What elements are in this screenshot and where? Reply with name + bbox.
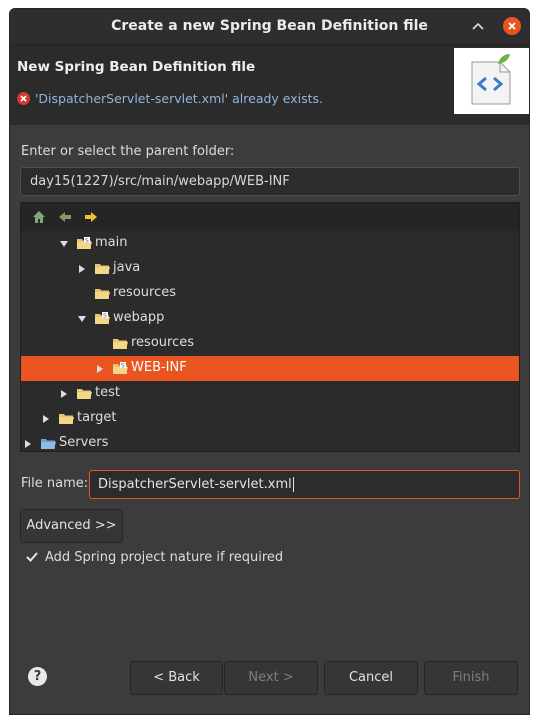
tree-row[interactable]: java (21, 256, 519, 281)
error-icon (17, 92, 30, 105)
parent-folder-input[interactable]: day15(1227)/src/main/webapp/WEB-INF (20, 167, 520, 196)
tree-row-label: java (113, 260, 141, 275)
spring-nature-label: Add Spring project nature if required (45, 550, 284, 565)
expand-arrow-icon[interactable] (79, 265, 85, 273)
folder-icon: S (113, 362, 128, 374)
tree-row-label: resources (113, 285, 177, 300)
help-icon[interactable]: ? (28, 667, 47, 686)
folder-icon: S (77, 237, 92, 249)
spring-xml-icon (454, 48, 529, 114)
window-title: Create a new Spring Bean Definition file (111, 18, 428, 34)
advanced-button[interactable]: Advanced >> (20, 509, 123, 543)
tree-rows: Smain java resources Swebapp resources S WEB-I… (21, 231, 519, 451)
tree-row-label: webapp (113, 310, 165, 325)
tree-row[interactable]: test (21, 381, 519, 406)
tree-row-label: main (95, 235, 128, 250)
folder-tree[interactable]: Smain java resources Swebapp resources S WEB-I… (20, 202, 520, 452)
error-message: 'DispatcherServlet-servlet.xml' already … (35, 91, 324, 106)
collapse-arrow-icon[interactable] (78, 316, 86, 322)
wizard-header: New Spring Bean Definition file 'Dispatc… (10, 45, 529, 125)
text-caret (292, 477, 294, 492)
forward-arrow-icon[interactable] (83, 209, 99, 225)
wizard-title: New Spring Bean Definition file (17, 59, 256, 75)
svg-text:S: S (85, 238, 89, 245)
folder-icon (95, 262, 110, 274)
folder-icon (95, 287, 110, 299)
finish-button[interactable]: Finish (424, 661, 518, 695)
next-button[interactable]: Next > (224, 661, 318, 695)
folder-icon (41, 437, 56, 449)
title-bar[interactable]: Create a new Spring Bean Definition file (10, 9, 529, 45)
checkmark-icon[interactable] (25, 550, 39, 564)
tree-row-label: WEB-INF (131, 360, 187, 375)
expand-arrow-icon[interactable] (43, 415, 49, 423)
tree-row[interactable]: target (21, 406, 519, 431)
expand-arrow-icon[interactable] (25, 440, 31, 448)
tree-row[interactable]: S WEB-INF (21, 356, 519, 381)
parent-folder-label: Enter or select the parent folder: (21, 144, 235, 159)
home-icon[interactable] (31, 209, 47, 225)
back-arrow-icon[interactable] (57, 209, 73, 225)
expand-arrow-icon[interactable] (97, 365, 103, 373)
svg-text:S: S (103, 313, 107, 320)
cancel-button[interactable]: Cancel (324, 661, 418, 695)
dialog-window: Create a new Spring Bean Definition file… (9, 8, 530, 715)
tree-row-label: test (95, 385, 120, 400)
tree-row[interactable]: Swebapp (21, 306, 519, 331)
folder-icon (59, 412, 74, 424)
collapse-arrow-icon[interactable] (60, 241, 68, 247)
tree-row-label: resources (131, 335, 195, 350)
back-button[interactable]: < Back (130, 661, 223, 695)
folder-icon (113, 337, 128, 349)
folder-icon: S (95, 312, 110, 324)
expand-arrow-icon[interactable] (61, 390, 67, 398)
close-icon[interactable] (503, 17, 521, 35)
svg-text:S: S (121, 363, 125, 370)
tree-row[interactable]: Servers (21, 431, 519, 451)
tree-row[interactable]: resources (21, 281, 519, 306)
file-name-input[interactable]: DispatcherServlet-servlet.xml (89, 470, 520, 499)
file-name-label: File name: (21, 476, 89, 491)
minimize-icon[interactable] (470, 18, 486, 34)
tree-toolbar (21, 203, 519, 231)
folder-icon (77, 387, 92, 399)
file-name-value: DispatcherServlet-servlet.xml (98, 477, 292, 492)
tree-row-label: target (77, 410, 117, 425)
tree-row[interactable]: resources (21, 331, 519, 356)
tree-row-label: Servers (59, 435, 109, 450)
tree-row[interactable]: Smain (21, 231, 519, 256)
